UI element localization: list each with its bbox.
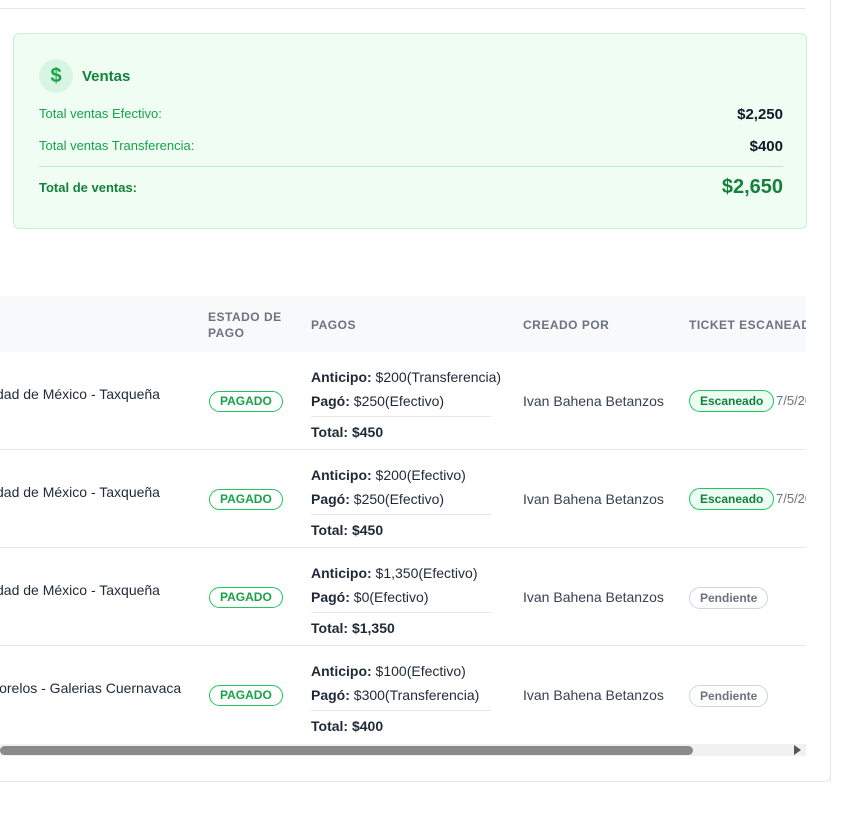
horizontal-scrollbar-thumb[interactable]: [0, 746, 693, 755]
pago-line: Pagó: $250(Efectivo): [311, 391, 491, 415]
payments-divider: [311, 416, 491, 417]
ticket-scan-date: 7/5/20: [776, 491, 806, 506]
ticket-status-badge: Pendiente: [689, 587, 769, 609]
section-divider: [0, 8, 806, 9]
destination-cell: dad de México - Taxqueña: [0, 484, 160, 500]
dollar-icon: $: [39, 59, 73, 93]
anticipo-line: Anticipo: $200(Transferencia): [311, 367, 501, 391]
sales-summary-card: $ Ventas Total ventas Efectivo: $2,250 T…: [13, 33, 807, 229]
pago-value: $250(Efectivo): [353, 393, 445, 409]
table-header: ESTADO DE PAGO PAGOS CREADO POR TICKET E…: [0, 296, 806, 352]
table-row[interactable]: dad de México - Taxqueña PAGADO Anticipo…: [0, 352, 806, 450]
header-estado-line1: ESTADO DE: [208, 310, 282, 324]
pago-value: $0(Efectivo): [353, 589, 429, 605]
pago-label: Pagó:: [311, 491, 350, 507]
payments-total: Total: $1,350: [311, 620, 395, 636]
anticipo-label: Anticipo:: [311, 467, 372, 483]
payments-cell: Anticipo: $200(Transferencia) Pagó: $250…: [311, 367, 501, 443]
pago-line: Pagó: $0(Efectivo): [311, 587, 491, 611]
destination-cell: lorelos - Galerias Cuernavaca: [0, 680, 182, 696]
payments-total: Total: $450: [311, 424, 384, 440]
anticipo-line: Anticipo: $200(Efectivo): [311, 465, 491, 489]
table-row[interactable]: dad de México - Taxqueña PAGADO Anticipo…: [0, 548, 806, 646]
header-creado-por[interactable]: CREADO POR: [523, 318, 609, 332]
anticipo-line: Anticipo: $100(Efectivo): [311, 661, 491, 685]
pago-label: Pagó:: [311, 393, 350, 409]
payments-divider: [311, 514, 491, 515]
header-ticket-escaneado[interactable]: TICKET ESCANEADO: [689, 318, 806, 332]
header-estado-line2: PAGO: [208, 326, 245, 340]
sales-title: Ventas: [82, 68, 131, 85]
table-row[interactable]: dad de México - Taxqueña PAGADO Anticipo…: [0, 450, 806, 548]
transfer-sales-label: Total ventas Transferencia:: [39, 138, 195, 153]
destination-cell: dad de México - Taxqueña: [0, 386, 160, 402]
cash-sales-value: $2,250: [737, 106, 783, 123]
total-sales-row: Total de ventas: $2,650: [39, 176, 783, 198]
ticket-status-badge: Escaneado: [689, 390, 775, 412]
creator-cell: Ivan Bahena Betanzos: [523, 491, 664, 507]
panel-border: [830, 0, 831, 782]
cash-sales-label: Total ventas Efectivo:: [39, 106, 162, 121]
creator-cell: Ivan Bahena Betanzos: [523, 393, 664, 409]
header-estado-de-pago[interactable]: ESTADO DE PAGO: [208, 309, 282, 341]
transfer-sales-row: Total ventas Transferencia: $400: [39, 138, 783, 155]
ticket-status-badge: Escaneado: [689, 488, 775, 510]
pago-value: $300(Transferencia): [353, 687, 480, 703]
ticket-scan-date: 7/5/20: [776, 393, 806, 408]
payments-cell: Anticipo: $200(Efectivo) Pagó: $250(Efec…: [311, 465, 491, 541]
payment-status-badge: PAGADO: [209, 489, 283, 510]
anticipo-value: $200(Transferencia): [375, 369, 502, 385]
anticipo-value: $1,350(Efectivo): [375, 565, 478, 581]
cash-sales-row: Total ventas Efectivo: $2,250: [39, 106, 783, 123]
table-row[interactable]: lorelos - Galerias Cuernavaca PAGADO Ant…: [0, 646, 806, 744]
payments-cell: Anticipo: $100(Efectivo) Pagó: $300(Tran…: [311, 661, 491, 737]
sales-table: ESTADO DE PAGO PAGOS CREADO POR TICKET E…: [0, 296, 806, 756]
payments-divider: [311, 710, 491, 711]
creator-cell: Ivan Bahena Betanzos: [523, 687, 664, 703]
payments-cell: Anticipo: $1,350(Efectivo) Pagó: $0(Efec…: [311, 563, 491, 639]
anticipo-label: Anticipo:: [311, 565, 372, 581]
total-sales-label: Total de ventas:: [39, 180, 138, 195]
anticipo-label: Anticipo:: [311, 663, 372, 679]
pago-line: Pagó: $250(Efectivo): [311, 489, 491, 513]
destination-cell: dad de México - Taxqueña: [0, 582, 160, 598]
pago-label: Pagó:: [311, 687, 350, 703]
pago-label: Pagó:: [311, 589, 350, 605]
payment-status-badge: PAGADO: [209, 391, 283, 412]
anticipo-line: Anticipo: $1,350(Efectivo): [311, 563, 491, 587]
payment-status-badge: PAGADO: [209, 587, 283, 608]
header-pagos[interactable]: PAGOS: [311, 318, 356, 332]
transfer-sales-value: $400: [749, 138, 783, 155]
scroll-right-arrow-icon[interactable]: [794, 745, 801, 755]
pago-value: $250(Efectivo): [353, 491, 445, 507]
payments-total: Total: $450: [311, 522, 384, 538]
anticipo-value: $100(Efectivo): [375, 663, 466, 679]
payments-divider: [311, 612, 491, 613]
payments-total: Total: $400: [311, 718, 384, 734]
creator-cell: Ivan Bahena Betanzos: [523, 589, 664, 605]
total-sales-value: $2,650: [721, 176, 783, 198]
sales-divider: [39, 166, 783, 167]
payment-status-badge: PAGADO: [209, 685, 283, 706]
anticipo-value: $200(Efectivo): [375, 467, 466, 483]
anticipo-label: Anticipo:: [311, 369, 372, 385]
ticket-status-badge: Pendiente: [689, 685, 769, 707]
pago-line: Pagó: $300(Transferencia): [311, 685, 491, 709]
